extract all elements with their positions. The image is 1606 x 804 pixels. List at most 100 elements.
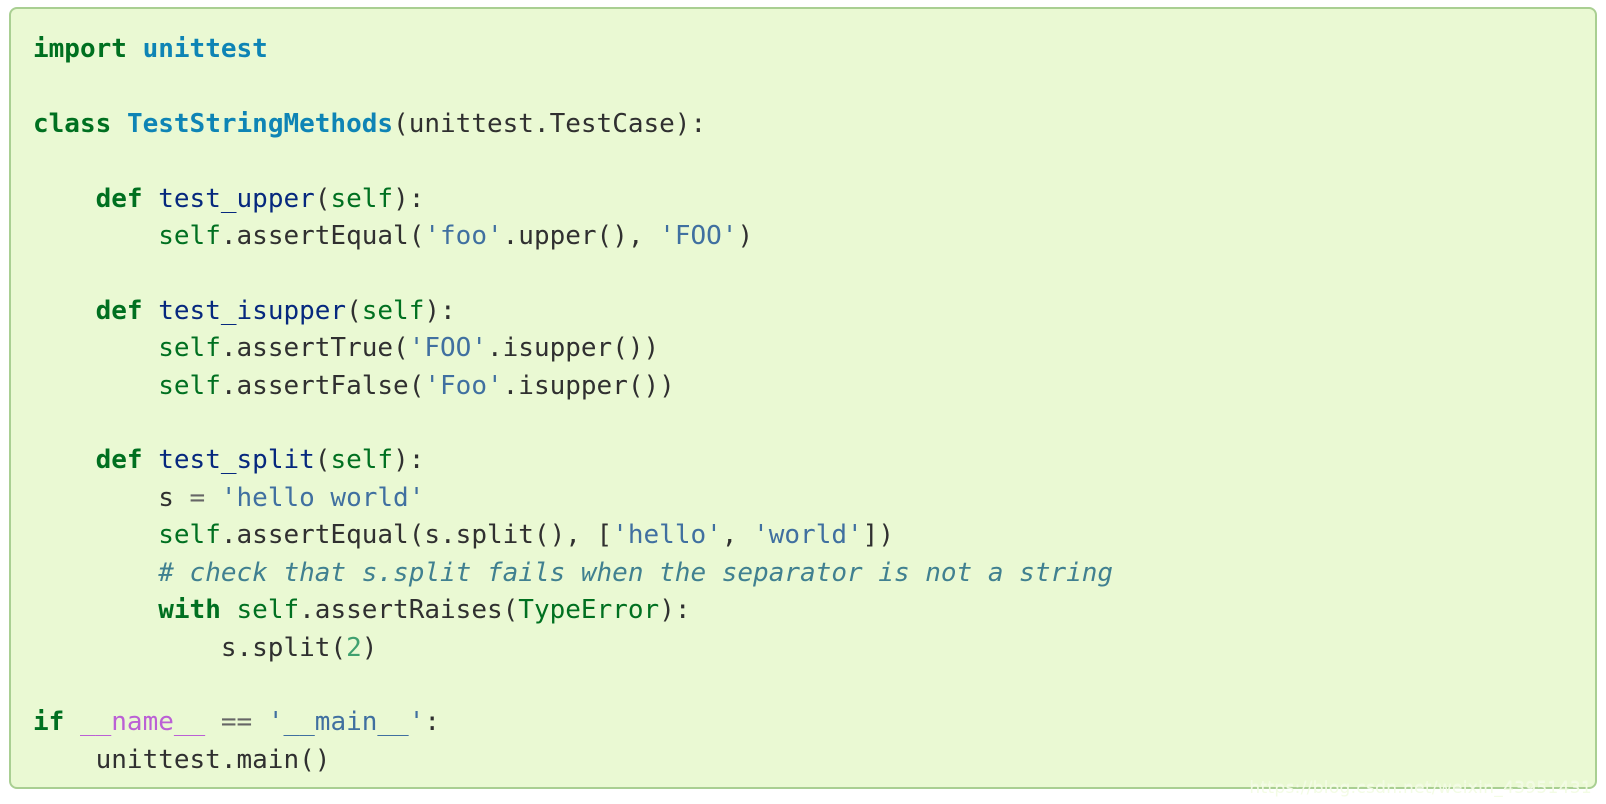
code-token-p: .assertTrue( <box>220 333 409 364</box>
code-token-k: def <box>95 183 143 214</box>
code-token-k: def <box>95 295 143 326</box>
code-token-o: == <box>220 707 253 738</box>
code-token-p: ): <box>424 295 456 326</box>
code-token-p: .assertRaises( <box>299 595 519 626</box>
code-token-o: = <box>189 482 206 513</box>
code-line: self.assertTrue('FOO'.isupper()) <box>33 330 1595 367</box>
code-token-s: 'FOO' <box>659 221 738 252</box>
code-line: def test_isupper(self): <box>33 293 1595 330</box>
code-token-p <box>33 296 96 326</box>
code-token-s: 'hello' <box>612 520 722 551</box>
code-token-p <box>127 34 143 64</box>
code-line: if __name__ == '__main__': <box>33 704 1595 741</box>
code-token-k: def <box>95 445 143 476</box>
code-token-bp: self <box>158 221 221 252</box>
code-token-p: ): <box>393 445 425 476</box>
code-token-p: .upper(), <box>502 221 660 252</box>
code-token-p: .assertFalse( <box>220 370 425 401</box>
code-token-p: ( <box>314 445 331 476</box>
code-line: class TestStringMethods(unittest.TestCas… <box>33 106 1595 143</box>
code-token-p <box>143 296 159 326</box>
code-content[interactable]: import unittest class TestStringMethods(… <box>11 9 1595 779</box>
code-token-p <box>143 184 159 214</box>
code-line: import unittest <box>33 31 1595 68</box>
code-token-vm: __name__ <box>79 707 206 738</box>
code-token-s: 'FOO' <box>408 333 487 364</box>
code-token-p <box>205 483 221 513</box>
code-token-bp: self <box>158 333 221 364</box>
code-token-p: ) <box>361 632 378 663</box>
code-token-p: ) <box>737 221 754 252</box>
code-token-p <box>111 109 127 139</box>
code-token-s: 'hello world' <box>220 482 425 513</box>
code-line: self.assertEqual('foo'.upper(), 'FOO') <box>33 218 1595 255</box>
code-line: self.assertEqual(s.split(), ['hello', 'w… <box>33 517 1595 554</box>
code-token-k: class <box>33 108 112 139</box>
code-token-p: .isupper()) <box>502 370 675 401</box>
code-line: s = 'hello world' <box>33 480 1595 517</box>
code-line: s.split(2) <box>33 630 1595 667</box>
code-line: self.assertFalse('Foo'.isupper()) <box>33 368 1595 405</box>
code-token-s: 'world' <box>753 520 863 551</box>
code-token-p: unittest.main() <box>33 744 331 775</box>
code-token-p <box>33 595 158 625</box>
code-token-p: ( <box>346 295 362 326</box>
code-token-s: 'foo' <box>424 221 503 252</box>
code-token-k: if <box>33 707 65 738</box>
code-token-nf: test_upper <box>158 183 315 214</box>
code-token-p <box>33 184 96 214</box>
code-token-p: .assertEqual( <box>220 221 425 252</box>
code-token-p: ( <box>314 183 331 214</box>
code-token-bp: self <box>330 183 394 214</box>
code-token-p <box>143 445 159 475</box>
code-token-bp: self <box>158 520 221 551</box>
code-token-mi: 2 <box>346 632 362 663</box>
code-token-k: with <box>158 595 221 626</box>
code-block[interactable]: import unittest class TestStringMethods(… <box>9 7 1597 789</box>
code-token-p <box>33 558 158 588</box>
code-token-p: , <box>721 520 754 551</box>
code-token-p <box>33 520 158 550</box>
code-token-p <box>33 221 158 251</box>
code-token-s: 'Foo' <box>424 370 503 401</box>
code-token-p: ): <box>659 595 691 626</box>
code-token-s: '__main__' <box>267 707 425 738</box>
code-token-p: .isupper()) <box>486 333 660 364</box>
code-token-p <box>64 707 80 737</box>
code-token-bp: self <box>361 295 425 326</box>
code-token-p: ): <box>393 183 425 214</box>
code-token-p: (unittest.TestCase): <box>393 108 707 139</box>
code-token-p: .assertEqual(s.split(), [ <box>220 520 613 551</box>
code-token-p: s.split( <box>33 632 347 663</box>
code-token-p <box>33 445 96 475</box>
code-line: unittest.main() <box>33 742 1595 779</box>
code-token-nf: test_isupper <box>158 295 347 326</box>
code-token-p: : <box>424 707 441 738</box>
code-token-k: import <box>33 34 127 64</box>
code-token-ne: TypeError <box>518 595 660 626</box>
code-token-nf: test_split <box>158 445 315 476</box>
code-token-p: s <box>33 482 190 513</box>
code-line: def test_upper(self): <box>33 181 1595 218</box>
code-token-c: # check that s.split fails when the sepa… <box>158 557 1114 588</box>
code-token-p: ]) <box>862 520 894 551</box>
code-token-nn: unittest <box>142 34 268 64</box>
code-line: def test_split(self): <box>33 442 1595 479</box>
code-token-bp: self <box>158 370 221 401</box>
code-token-p <box>205 707 221 737</box>
code-token-bp: self <box>330 445 394 476</box>
code-token-p <box>33 371 158 401</box>
code-line: with self.assertRaises(TypeError): <box>33 592 1595 629</box>
page-root: import unittest class TestStringMethods(… <box>0 0 1606 804</box>
code-token-nc: TestStringMethods <box>126 108 394 139</box>
code-token-p <box>221 595 237 625</box>
code-token-p <box>252 707 268 737</box>
code-line: # check that s.split fails when the sepa… <box>33 555 1595 592</box>
code-token-bp: self <box>236 595 300 626</box>
code-token-p <box>33 333 158 363</box>
